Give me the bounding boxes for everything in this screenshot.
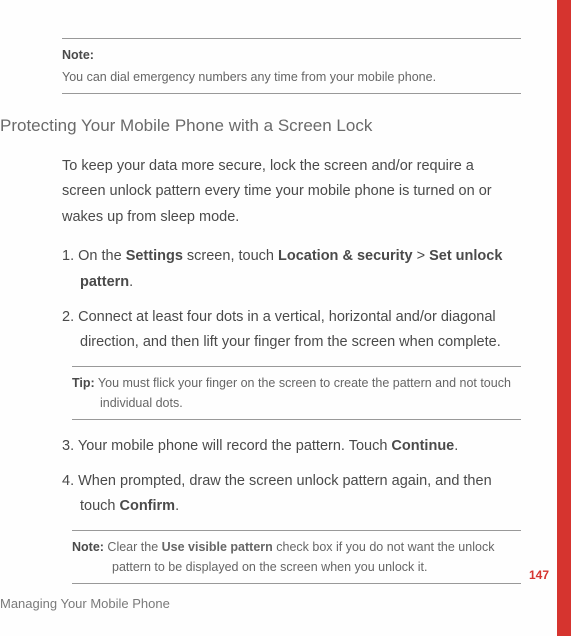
note-label: Note:	[72, 540, 104, 554]
step-1: 1. On the Settings screen, touch Locatio…	[62, 244, 521, 295]
tip-text-cont: individual dots.	[100, 393, 521, 413]
edge-tab	[557, 0, 571, 636]
page-number: 147	[529, 568, 549, 582]
intro-paragraph: To keep your data more secure, lock the …	[62, 154, 521, 230]
tip-text: You must flick your finger on the screen…	[95, 376, 511, 390]
note-callout-bottom: Note: Clear the Use visible pattern chec…	[72, 530, 521, 584]
section-heading: Protecting Your Mobile Phone with a Scre…	[0, 116, 531, 136]
step-text: screen, touch	[183, 248, 278, 264]
footer-text: Managing Your Mobile Phone	[0, 596, 170, 611]
step-text: .	[129, 274, 133, 290]
bold-settings: Settings	[126, 248, 183, 264]
step-number: 3.	[62, 438, 74, 454]
step-number: 2.	[62, 309, 74, 325]
bold-location-security: Location & security	[278, 248, 413, 264]
step-2: 2. Connect at least four dots in a verti…	[62, 305, 521, 356]
step-text: Your mobile phone will record the patter…	[74, 438, 391, 454]
bold-confirm: Confirm	[120, 498, 176, 514]
note-label: Note:	[62, 45, 521, 65]
note-text: Clear the	[104, 540, 162, 554]
step-number: 4.	[62, 473, 74, 489]
step-text: .	[454, 438, 458, 454]
step-4: 4. When prompted, draw the screen unlock…	[62, 469, 521, 520]
step-text: Connect at least four dots in a vertical…	[74, 309, 501, 350]
step-3: 3. Your mobile phone will record the pat…	[62, 434, 521, 459]
tip-label: Tip:	[72, 376, 95, 390]
bold-use-visible-pattern: Use visible pattern	[162, 540, 273, 554]
separator: >	[413, 248, 430, 264]
note-text: You can dial emergency numbers any time …	[62, 67, 521, 87]
note-text: check box if you do not want the unlock	[273, 540, 495, 554]
page-content: Note: You can dial emergency numbers any…	[0, 0, 571, 584]
bold-continue: Continue	[391, 438, 454, 454]
step-number: 1.	[62, 248, 74, 264]
note-callout-top: Note: You can dial emergency numbers any…	[62, 38, 521, 94]
step-text: On the	[74, 248, 126, 264]
step-text: .	[175, 498, 179, 514]
tip-callout: Tip: You must flick your finger on the s…	[72, 366, 521, 420]
note-text-cont: pattern to be displayed on the screen wh…	[112, 557, 521, 577]
